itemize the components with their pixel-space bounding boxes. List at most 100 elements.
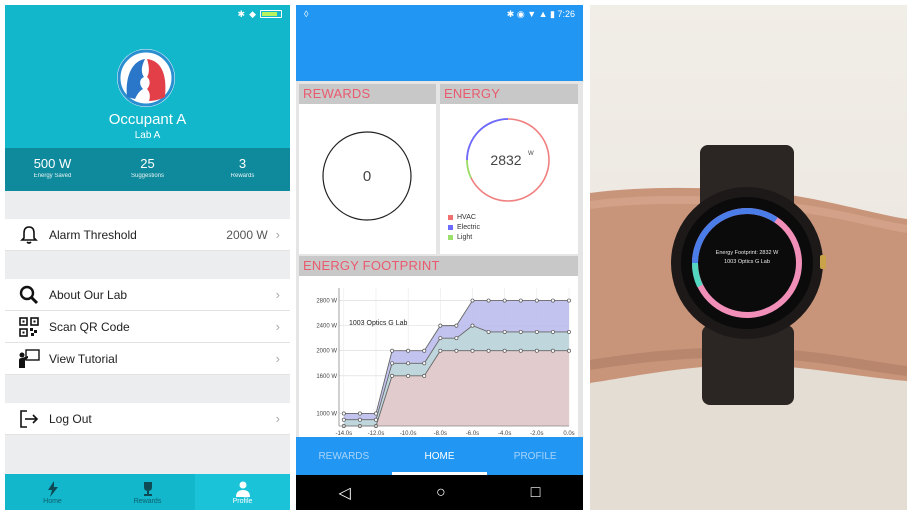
profile-faces-icon xyxy=(117,49,175,107)
data-point xyxy=(534,329,539,334)
legend-item-light: Light xyxy=(448,232,480,242)
status-bar: ✱ ◆ xyxy=(5,5,290,23)
tab-home[interactable]: HOME xyxy=(391,437,488,475)
data-point xyxy=(502,348,507,353)
stat-label: Rewards xyxy=(230,173,255,179)
data-point xyxy=(341,411,346,416)
legend-label: HVAC xyxy=(457,213,476,221)
chevron-right-icon: › xyxy=(275,319,280,334)
tab-rewards[interactable]: Rewards xyxy=(100,474,195,510)
view-tutorial-row[interactable]: View Tutorial › xyxy=(5,343,290,375)
data-point xyxy=(567,329,571,334)
data-point xyxy=(534,298,539,303)
energy-footprint-header: ENERGY FOOTPRINT xyxy=(299,256,578,276)
data-point xyxy=(438,336,443,341)
energy-card-header: ENERGY xyxy=(440,84,578,104)
data-point xyxy=(518,298,523,303)
y-tick-label: 1000 W xyxy=(316,411,337,417)
stat-label: Suggestions xyxy=(130,173,165,179)
y-tick-label: 1600 W xyxy=(316,374,337,380)
data-point xyxy=(454,348,459,353)
y-tick-label: 2400 W xyxy=(316,324,337,330)
stat-rewards: 3 Rewards xyxy=(195,148,290,191)
data-point xyxy=(374,417,378,422)
logout-icon xyxy=(17,408,41,430)
data-point xyxy=(550,329,555,334)
home-circle-icon[interactable]: ○ xyxy=(436,484,446,502)
tab-rewards[interactable]: REWARDS xyxy=(296,437,392,475)
data-point xyxy=(518,329,523,334)
data-point xyxy=(470,348,475,353)
person-icon xyxy=(235,480,250,498)
search-icon xyxy=(17,284,41,306)
data-point xyxy=(534,348,539,353)
app-bar xyxy=(296,23,583,81)
data-point xyxy=(486,348,491,353)
stat-label: Energy Saved xyxy=(33,173,72,179)
data-point xyxy=(406,373,411,378)
rewards-ring: 0 xyxy=(322,131,412,221)
avatar[interactable] xyxy=(117,49,175,107)
data-point xyxy=(357,417,362,422)
lightning-icon xyxy=(47,480,59,498)
data-point xyxy=(390,361,395,366)
data-point xyxy=(486,298,491,303)
energy-footprint-card[interactable]: ENERGY FOOTPRINT 1000 W 1600 W 2000 W 2400 … xyxy=(299,256,578,437)
data-point xyxy=(550,298,555,303)
data-point xyxy=(406,348,411,353)
scan-qr-code-label: Scan QR Code xyxy=(49,319,130,334)
alarm-threshold-row[interactable]: Alarm Threshold 2000 W › xyxy=(5,219,290,251)
y-tick-label: 2000 W xyxy=(316,349,337,355)
tab-home[interactable]: Home xyxy=(5,474,100,510)
profile-screen: ✱ ◆ Occupant A Lab A 500 W Energy Saved … xyxy=(5,5,290,510)
data-point xyxy=(390,373,395,378)
presenter-icon xyxy=(17,348,41,370)
alarm-threshold-value: 2000 W xyxy=(226,227,268,242)
tab-profile[interactable]: Profile xyxy=(195,474,290,510)
rewards-value: 0 xyxy=(363,168,371,185)
profile-header: Occupant A Lab A xyxy=(5,23,290,148)
legend-swatch xyxy=(448,234,453,240)
trophy-icon xyxy=(141,480,155,498)
tab-profile-label: Profile xyxy=(232,497,253,505)
log-out-row[interactable]: Log Out › xyxy=(5,403,290,435)
view-tutorial-label: View Tutorial xyxy=(49,351,118,366)
smartwatch-photo: Energy Footprint: 2832 W 1003 Optics G L… xyxy=(590,5,907,510)
tab-profile[interactable]: PROFILE xyxy=(487,437,583,475)
data-point xyxy=(422,348,427,353)
data-point xyxy=(422,373,427,378)
rewards-card[interactable]: REWARDS 0 xyxy=(299,84,436,254)
profile-name: Occupant A xyxy=(108,111,187,128)
data-point xyxy=(470,298,475,303)
bluetooth-icon: ✱ xyxy=(237,8,246,19)
watch-line2: 1003 Optics G Lab xyxy=(724,259,770,265)
data-point xyxy=(438,323,443,328)
data-point xyxy=(454,336,459,341)
back-icon[interactable]: ◁ xyxy=(339,483,351,503)
legend-swatch xyxy=(448,224,453,230)
data-point xyxy=(438,348,443,353)
energy-card[interactable]: ENERGY 2832 W HVAC Electric Light xyxy=(440,84,578,254)
watch-line1: Energy Footprint: 2832 W xyxy=(716,250,779,256)
energy-footprint-chart: 1000 W1600 W2000 W2400 W2800 W-14.0s -12.… xyxy=(316,288,575,437)
chart-annotation: 1003 Optics G Lab xyxy=(349,320,407,327)
status-icons: ✱ ◉ ▼ ▲ ▮ xyxy=(506,8,558,19)
wifi-icon: ◆ xyxy=(249,8,256,19)
rewards-card-header: REWARDS xyxy=(299,84,436,104)
qr-code-icon xyxy=(17,316,41,338)
chevron-right-icon: › xyxy=(275,351,280,366)
about-our-lab-row[interactable]: About Our Lab › xyxy=(5,279,290,311)
energy-legend: HVAC Electric Light xyxy=(448,212,480,242)
scan-qr-code-row[interactable]: Scan QR Code › xyxy=(5,311,290,343)
stat-value: 25 xyxy=(140,156,155,171)
tab-rewards-label: Rewards xyxy=(133,497,162,505)
stat-value: 500 W xyxy=(33,156,72,171)
chevron-right-icon: › xyxy=(275,287,280,302)
legend-swatch xyxy=(448,214,453,220)
stat-suggestions: 25 Suggestions xyxy=(100,148,195,191)
data-point xyxy=(518,348,523,353)
recents-square-icon[interactable]: □ xyxy=(531,484,541,502)
data-point xyxy=(470,323,475,328)
legend-item-hvac: HVAC xyxy=(448,212,480,222)
profile-lab: Lab A xyxy=(134,130,161,141)
